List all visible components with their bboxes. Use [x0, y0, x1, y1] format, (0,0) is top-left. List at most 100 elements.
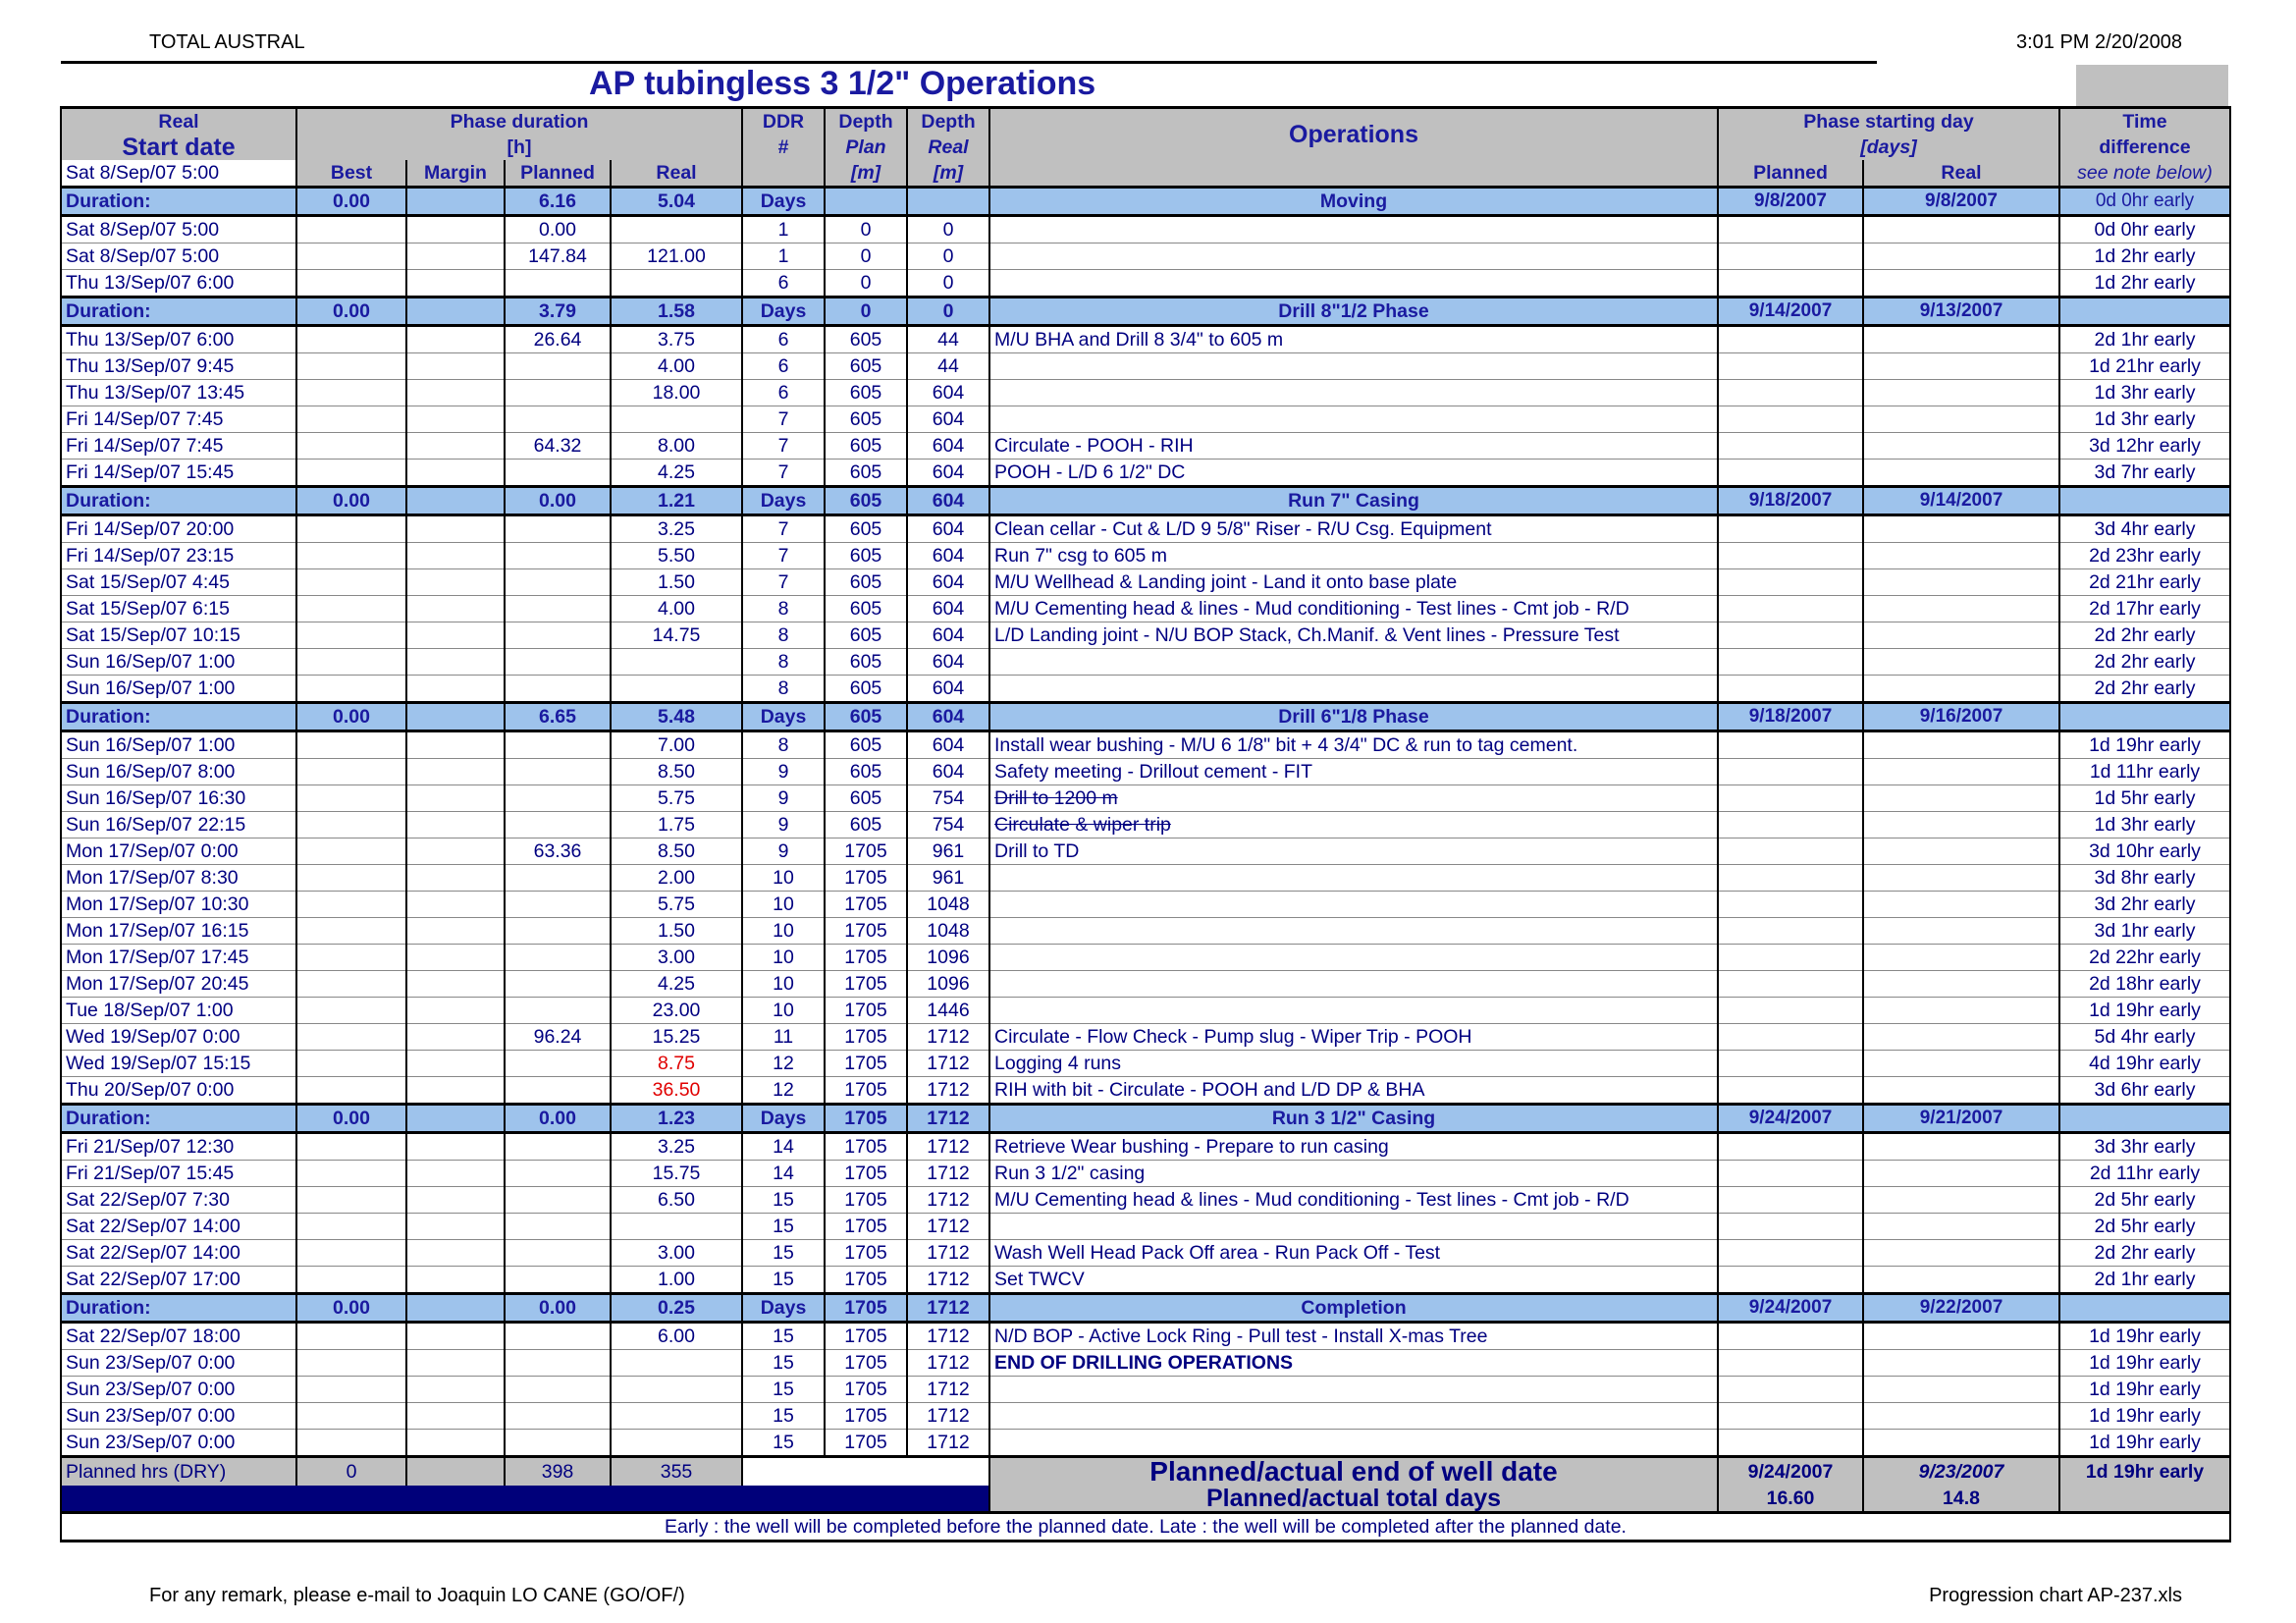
row-ps-real: [1862, 1349, 2060, 1377]
row-ps-real: [1862, 1050, 2060, 1077]
table-row: Fri 14/Sep/07 7:45 7 605 604 1d 3hr early: [60, 406, 2231, 433]
row-ps-real: [1862, 325, 2060, 353]
row-real-depth: 1712: [906, 1023, 990, 1051]
row-margin: [405, 215, 506, 243]
row-plan-depth: 1705: [824, 997, 908, 1024]
row-ps-planned: [1717, 568, 1864, 596]
row-ps-real: [1862, 215, 2060, 243]
row-planned: [504, 352, 612, 380]
row-real-depth: 604: [906, 648, 990, 676]
row-best: [295, 595, 407, 622]
row-ps-planned: [1717, 1023, 1864, 1051]
col-operations: Operations: [988, 106, 1719, 160]
row-real: 1.75: [610, 811, 743, 839]
row-start-date: Mon 17/Sep/07 17:45: [60, 944, 297, 971]
row-ps-real: [1862, 1186, 2060, 1214]
phase-real-depth: 0: [906, 296, 990, 327]
phase-real: 1.21: [610, 485, 743, 516]
row-ps-planned: [1717, 944, 1864, 971]
row-ps-planned: [1717, 1402, 1864, 1430]
table-row: Sat 22/Sep/07 18:00 6.00 15 1705 1712 N/D BOP…: [60, 1322, 2231, 1350]
row-start-date: Fri 14/Sep/07 23:15: [60, 542, 297, 569]
row-ddr: 8: [741, 675, 826, 703]
row-best: [295, 459, 407, 487]
phase-name: Run 7" Casing: [988, 485, 1719, 516]
row-planned: [504, 595, 612, 622]
row-best: [295, 1076, 407, 1105]
row-plan-depth: 605: [824, 406, 908, 433]
row-time-diff: 3d 3hr early: [2058, 1132, 2231, 1161]
row-operation: M/U BHA and Drill 8 3/4" to 605 m: [988, 325, 1719, 353]
row-operation: N/D BOP - Active Lock Ring - Pull test -…: [988, 1322, 1719, 1350]
row-ps-real: [1862, 1213, 2060, 1240]
phase-plan-depth: 1705: [824, 1292, 908, 1324]
row-operation: [988, 1402, 1719, 1430]
row-operation: Run 3 1/2" casing: [988, 1160, 1719, 1187]
row-margin: [405, 542, 506, 569]
col-hours: [h]: [295, 135, 743, 160]
phase-name: Drill 6"1/8 Phase: [988, 701, 1719, 732]
row-ps-planned: [1717, 891, 1864, 918]
phase-start-planned: 9/14/2007: [1717, 296, 1864, 327]
row-ps-planned: [1717, 1349, 1864, 1377]
row-planned: [504, 730, 612, 759]
row-best: [295, 1213, 407, 1240]
row-ddr: 8: [741, 622, 826, 649]
row-real-depth: 44: [906, 325, 990, 353]
row-margin: [405, 1429, 506, 1457]
phase-best: 0.00: [295, 296, 407, 327]
phase-start-real: 9/13/2007: [1862, 296, 2060, 327]
row-margin: [405, 269, 506, 298]
row-best: [295, 891, 407, 918]
phase-best: 0.00: [295, 701, 407, 732]
row-planned: [504, 811, 612, 839]
row-ps-planned: [1717, 352, 1864, 380]
row-planned: [504, 1186, 612, 1214]
table-row: Sun 23/Sep/07 0:00 15 1705 1712 END OF DRILL…: [60, 1349, 2231, 1377]
header-row-1: Real Phase duration DDR Depth Depth Oper…: [60, 106, 2231, 160]
row-best: [295, 325, 407, 353]
row-real: 15.25: [610, 1023, 743, 1051]
row-operation: Drill to 1200 m: [988, 784, 1719, 812]
row-time-diff: 1d 19hr early: [2058, 1429, 2231, 1457]
row-plan-depth: 605: [824, 648, 908, 676]
row-planned: [504, 970, 612, 998]
row-real-depth: 1712: [906, 1349, 990, 1377]
phase-unit: Days: [741, 701, 826, 732]
table-row: Thu 20/Sep/07 0:00 36.50 12 1705 1712 RIH wit…: [60, 1076, 2231, 1105]
row-real: 18.00: [610, 379, 743, 406]
row-margin: [405, 648, 506, 676]
row-margin: [405, 352, 506, 380]
table-row: Fri 21/Sep/07 12:30 3.25 14 1705 1712 Retriev…: [60, 1132, 2231, 1161]
row-start-date: Tue 18/Sep/07 1:00: [60, 997, 297, 1024]
row-ddr: 15: [741, 1186, 826, 1214]
row-start-date: Sat 15/Sep/07 10:15: [60, 622, 297, 649]
phase-real: 1.23: [610, 1103, 743, 1134]
row-margin: [405, 1322, 506, 1350]
phase-diff: 0d 0hr early: [2058, 186, 2231, 217]
table-row: Sat 22/Sep/07 14:00 15 1705 1712 2d 5hr earl…: [60, 1213, 2231, 1240]
row-best: [295, 1429, 407, 1457]
phase-margin: [405, 1292, 506, 1324]
row-ps-planned: [1717, 864, 1864, 892]
row-planned: [504, 648, 612, 676]
row-best: [295, 1050, 407, 1077]
row-plan-depth: 605: [824, 730, 908, 759]
row-ddr: 9: [741, 758, 826, 785]
row-real: 6.00: [610, 1322, 743, 1350]
row-ps-real: [1862, 243, 2060, 270]
table-row: Sat 15/Sep/07 6:15 4.00 8 605 604 M/U Cementi…: [60, 595, 2231, 622]
row-plan-depth: 1705: [824, 917, 908, 945]
row-start-date: Fri 14/Sep/07 7:45: [60, 406, 297, 433]
summary-planned: 398: [504, 1455, 612, 1486]
row-start-date: Sat 8/Sep/07 5:00: [60, 243, 297, 270]
row-ps-real: [1862, 784, 2060, 812]
row-ps-planned: [1717, 1376, 1864, 1403]
row-best: [295, 758, 407, 785]
row-time-diff: 1d 2hr early: [2058, 243, 2231, 270]
row-real: 4.00: [610, 595, 743, 622]
phase-duration-row: Duration: 0.00 0.00 1.21 Days 605 604 Run 7" Ca…: [60, 485, 2231, 516]
row-margin: [405, 1376, 506, 1403]
table-row: Thu 13/Sep/07 9:45 4.00 6 605 44 1d 21hr earl…: [60, 352, 2231, 380]
row-margin: [405, 784, 506, 812]
